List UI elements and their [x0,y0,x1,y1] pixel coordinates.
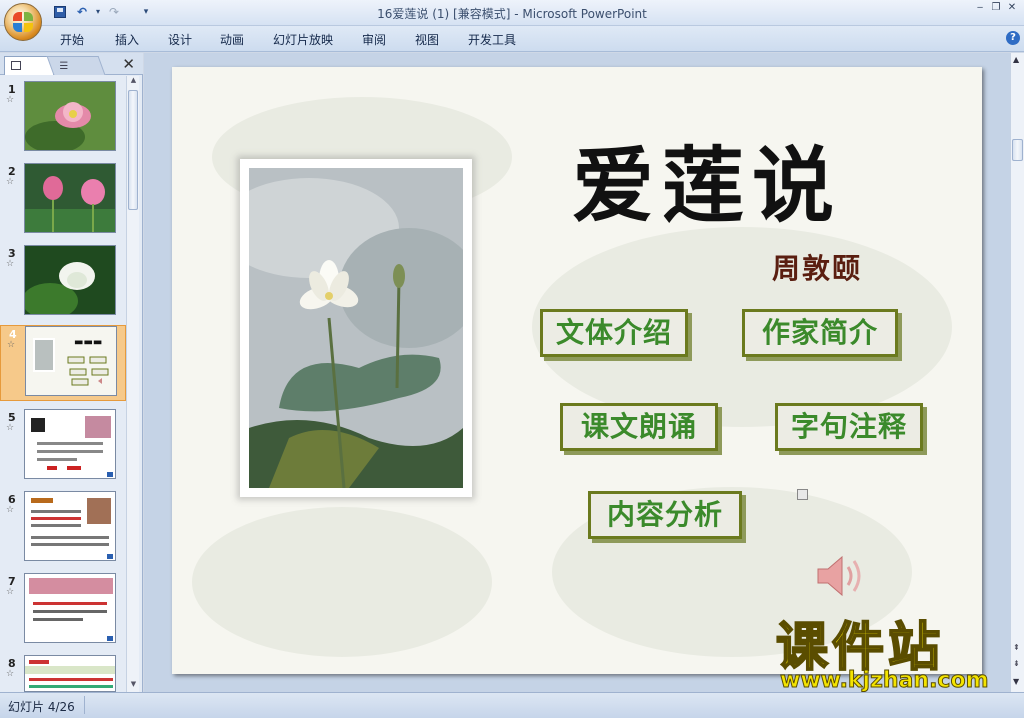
lotus-photo [249,168,463,488]
thumbnail-image [24,409,116,479]
animation-star-icon: ☆ [6,95,15,105]
thumbnail-image [24,655,116,692]
tab-review[interactable]: 审阅 [362,31,386,48]
animation-star-icon: ☆ [7,340,16,350]
scroll-down-icon[interactable]: ▼ [128,680,139,692]
thumbnail-image [24,163,116,233]
author-intro-button[interactable]: 作家简介 [742,309,898,357]
watermark-url: www.kjzhan.com [780,668,990,694]
slide-thumbnail[interactable]: 3 ☆ [0,245,126,321]
svg-text:▬▬▬: ▬▬▬ [74,337,102,348]
tab-slideshow[interactable]: 幻灯片放映 [273,31,333,48]
restore-icon[interactable]: ❐ [990,2,1002,13]
slide-title[interactable]: 爱莲说 [572,119,842,238]
ribbon-tabs: 开始 插入 设计 动画 幻灯片放映 审阅 视图 开发工具 ? [0,26,1024,52]
slides-panel: ☰ ✕ 1 ☆ 2 ☆ 3 ☆ 4 ☆ ▬▬▬ 5 ☆ 6 ☆ 7 ☆ 8 ☆ … [0,53,143,692]
animation-star-icon: ☆ [6,423,15,433]
window-title: 16爱莲说 (1) [兼容模式] - Microsoft PowerPoint [377,7,647,21]
slide-thumbnail[interactable]: 2 ☆ [0,163,126,239]
scroll-down-icon[interactable]: ▼ [1013,677,1019,686]
watermark: 课件站 www.kjzhan.com [775,619,1006,694]
genre-intro-button[interactable]: 文体介绍 [540,309,688,357]
close-icon[interactable]: ✕ [1006,2,1018,13]
current-slide: 爱莲说 周敦颐 文体介绍 作家简介 课文朗诵 字句注释 内容分析 [172,67,982,674]
slide-editing-area: 爱莲说 周敦颐 文体介绍 作家简介 课文朗诵 字句注释 内容分析 [144,53,1010,692]
panel-tabs: ☰ ✕ [0,53,143,75]
slide-thumbnail-active[interactable]: 4 ☆ ▬▬▬ [0,325,126,401]
slide-author[interactable]: 周敦颐 [772,247,862,287]
word-notes-button[interactable]: 字句注释 [775,403,923,451]
thumbnail-image: ▬▬▬ [25,326,117,396]
tab-home[interactable]: 开始 [60,31,84,48]
slide-thumbnail[interactable]: 1 ☆ [0,81,126,157]
office-button[interactable] [4,3,42,41]
panel-scrollbar[interactable]: ▲ ▼ [126,76,139,692]
action-button-placeholder[interactable] [797,489,808,500]
scroll-up-icon[interactable]: ▲ [128,76,139,88]
scroll-thumb[interactable] [1012,139,1023,161]
tab-animation[interactable]: 动画 [220,31,244,48]
background-texture [192,507,492,657]
title-bar: ↶ ▾ ↷ ▾ 16爱莲说 (1) [兼容模式] - Microsoft Pow… [0,0,1024,41]
animation-star-icon: ☆ [6,587,15,597]
thumbnail-image [24,491,116,561]
slide-scrollbar[interactable]: ▲ ⇞ ⇟ ▼ [1010,53,1024,692]
animation-star-icon: ☆ [6,669,15,679]
slide-thumbnail[interactable]: 5 ☆ [0,409,126,485]
lotus-photo-frame[interactable] [240,159,472,497]
tab-insert[interactable]: 插入 [115,31,139,48]
help-icon[interactable]: ? [1006,31,1020,45]
tab-view[interactable]: 视图 [415,31,439,48]
thumbnail-image [24,245,116,315]
minimize-icon[interactable]: ‒ [974,2,986,13]
office-logo-icon [13,12,33,32]
slide-thumbnail[interactable]: 6 ☆ [0,491,126,567]
slide-icon [11,61,21,70]
animation-star-icon: ☆ [6,259,15,269]
next-slide-icon[interactable]: ⇟ [1013,659,1020,668]
window-controls: ‒ ❐ ✕ [974,2,1018,13]
slide-thumbnail[interactable]: 7 ☆ [0,573,126,649]
slide-counter: 幻灯片 4/26 [8,700,75,714]
text-reading-button[interactable]: 课文朗诵 [560,403,718,451]
thumbnail-image [24,573,116,643]
tab-slides[interactable] [4,56,54,75]
scroll-up-icon[interactable]: ▲ [1013,55,1019,64]
scroll-thumb[interactable] [128,90,138,210]
previous-slide-icon[interactable]: ⇞ [1013,643,1020,652]
status-bar: 幻灯片 4/26 [0,692,1024,718]
tab-developer[interactable]: 开发工具 [468,31,516,48]
outline-icon: ☰ [59,61,69,72]
divider [84,696,85,714]
tab-design[interactable]: 设计 [168,31,192,48]
animation-star-icon: ☆ [6,177,15,187]
animation-star-icon: ☆ [6,505,15,515]
thumbnail-image [24,81,116,151]
content-analysis-button[interactable]: 内容分析 [588,491,742,539]
tab-outline[interactable]: ☰ [46,56,106,75]
close-icon[interactable]: ✕ [122,55,135,73]
speaker-icon[interactable] [812,551,872,601]
